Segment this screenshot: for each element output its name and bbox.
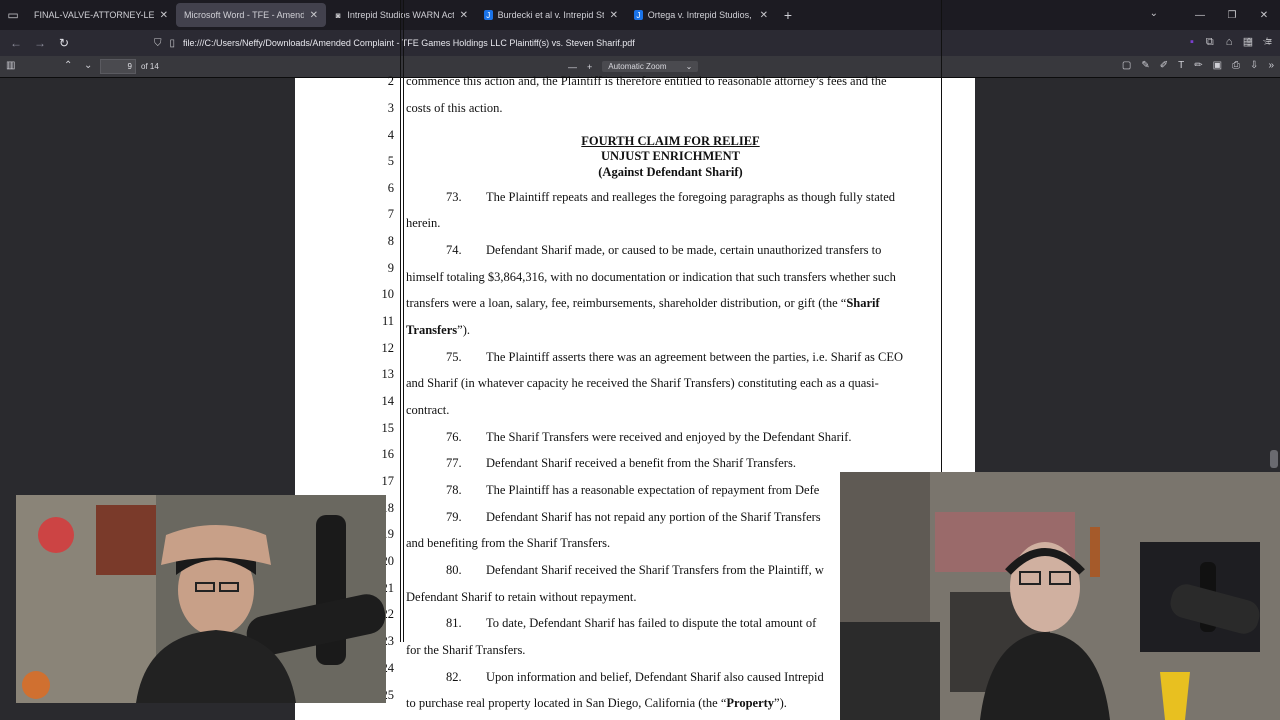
chevron-down-icon: ⌄ xyxy=(685,62,693,71)
tab-bar: ▭ FINAL-VALVE-ATTORNEY-LETTER.p ✕ Micros… xyxy=(0,0,1280,30)
new-tab-button[interactable]: + xyxy=(776,0,800,30)
chevron-down-icon[interactable]: ⌄ xyxy=(1150,8,1158,19)
minimize-icon[interactable]: — xyxy=(1184,10,1216,21)
previous-page-icon[interactable]: ⌃ xyxy=(64,60,72,71)
image-icon[interactable]: ▣ xyxy=(1213,60,1222,71)
close-window-icon[interactable]: ✕ xyxy=(1248,10,1280,21)
tab-label: Ortega v. Intrepid Studios, Inc. xyxy=(647,10,754,20)
navigation-bar: ← → ↻ ⛉ ▯ file:///C:/Users/Neffy/Downloa… xyxy=(0,30,1280,56)
sidebar-toggle-icon[interactable]: ▥ xyxy=(6,60,15,71)
window-controls: — ❐ ✕ xyxy=(1184,0,1280,30)
draw-icon[interactable]: ✐ xyxy=(1160,60,1168,71)
tab-2[interactable]: ◙ Intrepid Studios WARN Act Inve ✕ xyxy=(326,0,476,30)
webcam-left xyxy=(16,495,386,703)
tab-3[interactable]: J Burdecki et al v. Intrepid Studio ✕ xyxy=(476,0,626,30)
tab-list-icon[interactable]: ▭ xyxy=(0,0,26,30)
tab-label: FINAL-VALVE-ATTORNEY-LETTER.p xyxy=(34,10,154,20)
close-icon[interactable]: ✕ xyxy=(460,10,468,21)
more-tools-icon[interactable]: » xyxy=(1268,60,1274,71)
pdf-tools: ▢ ✎ ✐ T ✏ ▣ ⎙ ⇩ » xyxy=(1122,60,1274,71)
pdf-toolbar: ▥ ⌃ ⌄ 9 of 14 — + Automatic Zoom ⌄ ▢ ✎ ✐… xyxy=(0,56,1280,78)
zoom-out-icon[interactable]: — xyxy=(568,62,577,72)
back-icon[interactable]: ← xyxy=(4,36,28,50)
menu-icon[interactable]: ≡ xyxy=(1266,36,1272,49)
close-icon[interactable]: ✕ xyxy=(160,10,168,21)
comment-icon[interactable]: ▢ xyxy=(1122,60,1131,71)
zoom-select[interactable]: Automatic Zoom ⌄ xyxy=(602,61,699,72)
page-number-input[interactable]: 9 xyxy=(100,59,136,74)
reload-icon[interactable]: ↻ xyxy=(52,36,76,50)
close-icon[interactable]: ✕ xyxy=(610,10,618,21)
url-bar[interactable]: ⛉ ▯ file:///C:/Users/Neffy/Downloads/Ame… xyxy=(154,33,1099,53)
zoom-label: Automatic Zoom xyxy=(608,62,667,71)
close-icon[interactable]: ✕ xyxy=(760,10,768,21)
webcam-right xyxy=(840,472,1280,720)
next-page-icon[interactable]: ⌄ xyxy=(84,60,92,71)
tab-0[interactable]: FINAL-VALVE-ATTORNEY-LETTER.p ✕ xyxy=(26,0,176,30)
justia-icon: J xyxy=(484,10,493,20)
zoom-in-icon[interactable]: + xyxy=(587,62,592,72)
tab-1[interactable]: Microsoft Word - TFE - Amended C ✕ xyxy=(176,3,326,27)
page-count: of 14 xyxy=(141,62,159,71)
close-icon[interactable]: ✕ xyxy=(310,10,318,21)
webcam-right-scene xyxy=(840,472,1280,720)
url-text[interactable]: file:///C:/Users/Neffy/Downloads/Amended… xyxy=(183,38,635,48)
doc-icon: ◙ xyxy=(335,10,341,20)
restore-icon[interactable]: ❐ xyxy=(1216,10,1248,21)
extension-icon[interactable]: ▪ xyxy=(1190,36,1194,49)
toolbar-extensions: ▪ ⧉ ⌂ ⇪ ≡ xyxy=(1190,36,1272,49)
save-icon[interactable]: ⇩ xyxy=(1250,60,1258,71)
tab-label: Burdecki et al v. Intrepid Studio xyxy=(497,10,604,20)
ink-icon[interactable]: ✏ xyxy=(1194,60,1202,71)
justia-icon: J xyxy=(634,10,643,20)
tab-label: Intrepid Studios WARN Act Inve xyxy=(347,10,454,20)
text-icon[interactable]: T xyxy=(1178,60,1184,71)
account-icon[interactable]: ⌂ xyxy=(1226,36,1233,49)
forward-icon[interactable]: → xyxy=(28,36,52,50)
shield-icon[interactable]: ⛉ xyxy=(154,38,162,49)
tab-label: Microsoft Word - TFE - Amended C xyxy=(184,10,304,20)
webcam-left-scene xyxy=(16,495,386,703)
puzzle-icon[interactable]: ⧉ xyxy=(1206,36,1214,49)
page-icon: ▯ xyxy=(169,37,176,49)
scrollbar-thumb[interactable] xyxy=(1270,450,1278,468)
tab-4[interactable]: J Ortega v. Intrepid Studios, Inc. ✕ xyxy=(626,0,776,30)
highlight-icon[interactable]: ✎ xyxy=(1141,60,1149,71)
print-icon[interactable]: ⎙ xyxy=(1232,60,1240,71)
zoom-controls: — + Automatic Zoom ⌄ xyxy=(568,61,699,72)
upload-icon[interactable]: ⇪ xyxy=(1244,36,1253,49)
